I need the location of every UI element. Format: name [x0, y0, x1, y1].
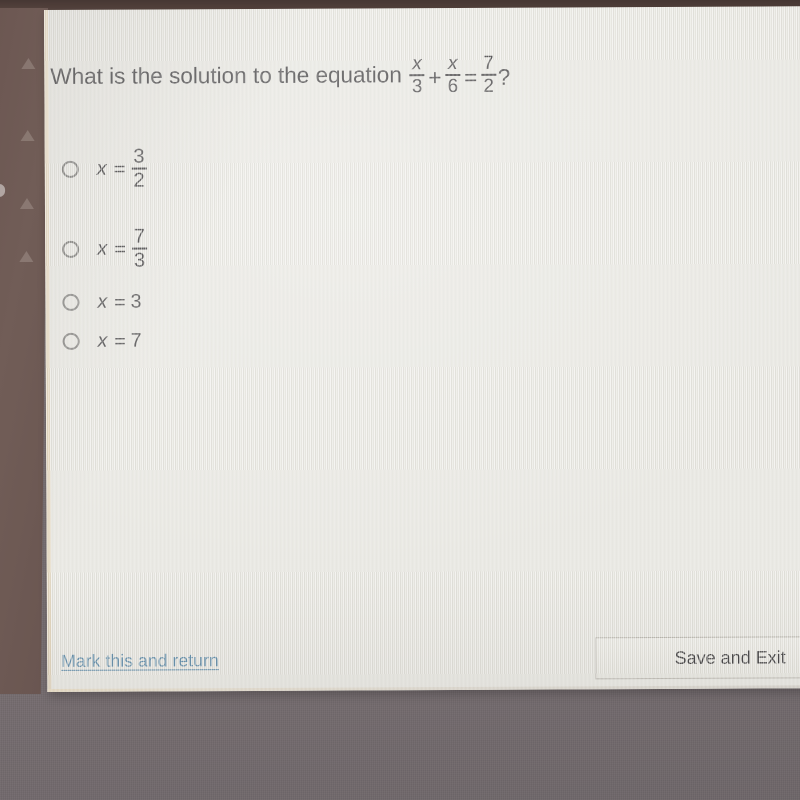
option-0-equals: =: [113, 158, 126, 181]
option-2-equals: =: [114, 291, 126, 314]
strip-triangle-marker-3: [19, 198, 35, 209]
option-3-value: 7: [130, 329, 142, 352]
answer-option-2[interactable]: x = 3: [62, 290, 142, 314]
option-1-numerator: 7: [133, 225, 145, 248]
answer-option-1[interactable]: x = 7 3: [62, 225, 148, 272]
option-0-variable: x: [96, 157, 107, 180]
option-2-variable: x: [97, 290, 108, 313]
question-fraction-term1: x 3: [409, 53, 425, 97]
strip-triangle-marker-2: [20, 130, 35, 141]
question-operator-plus: +: [428, 64, 442, 90]
question-term2-numerator: x: [447, 52, 458, 75]
option-1-denominator: 3: [131, 247, 148, 272]
option-3-equals: =: [114, 330, 126, 353]
radio-button-option-3[interactable]: [62, 333, 80, 351]
option-2-value: 3: [130, 290, 142, 313]
strip-edge-dot: [0, 184, 6, 197]
radio-button-option-0[interactable]: [61, 160, 79, 178]
answer-option-0-label: x = 3 2: [96, 145, 148, 192]
strip-triangle-marker-4: [19, 251, 34, 262]
question-fraction-result: 7 2: [481, 52, 496, 97]
answer-option-0[interactable]: x = 3 2: [61, 145, 148, 192]
option-3-variable: x: [97, 329, 108, 352]
question-text-block: What is the solution to the equation x 3…: [50, 53, 750, 98]
option-0-fraction: 3 2: [131, 145, 147, 192]
option-1-fraction: 7 3: [131, 225, 148, 272]
answer-option-2-label: x = 3: [97, 290, 142, 314]
question-result-denominator: 2: [481, 73, 496, 97]
radio-button-option-1[interactable]: [62, 240, 80, 258]
question-prefix: What is the solution to the equation: [50, 62, 402, 89]
question-result-numerator: 7: [483, 52, 494, 74]
option-0-denominator: 2: [131, 167, 147, 192]
question-term1-denominator: 3: [409, 74, 425, 97]
question-term2-denominator: 6: [445, 73, 461, 97]
left-chrome-strip: [0, 8, 48, 694]
question-term1-numerator: x: [412, 53, 422, 75]
card-left-edge: [44, 9, 52, 692]
option-0-numerator: 3: [133, 145, 145, 168]
answer-option-3-label: x = 7: [97, 329, 142, 353]
option-1-equals: =: [114, 238, 126, 261]
question-equals-sign: =: [464, 64, 478, 90]
card-scanline-texture: [44, 6, 800, 692]
answer-option-3[interactable]: x = 7: [62, 329, 142, 353]
question-mark: ?: [497, 64, 511, 90]
option-1-variable: x: [97, 237, 108, 260]
question-fraction-term2: x 6: [445, 52, 461, 97]
quiz-content-card: What is the solution to the equation x 3…: [44, 6, 800, 692]
photographed-screen-backdrop: What is the solution to the equation x 3…: [0, 0, 800, 800]
card-bottom-edge: [47, 685, 800, 692]
mark-this-and-return-link[interactable]: Mark this and return: [61, 650, 219, 672]
radio-button-option-2[interactable]: [62, 294, 80, 312]
save-and-exit-button[interactable]: Save and Exit: [595, 635, 800, 680]
card-lighting-vignette: [44, 6, 800, 692]
answer-option-1-label: x = 7 3: [97, 225, 148, 272]
strip-triangle-marker-1: [21, 58, 36, 69]
